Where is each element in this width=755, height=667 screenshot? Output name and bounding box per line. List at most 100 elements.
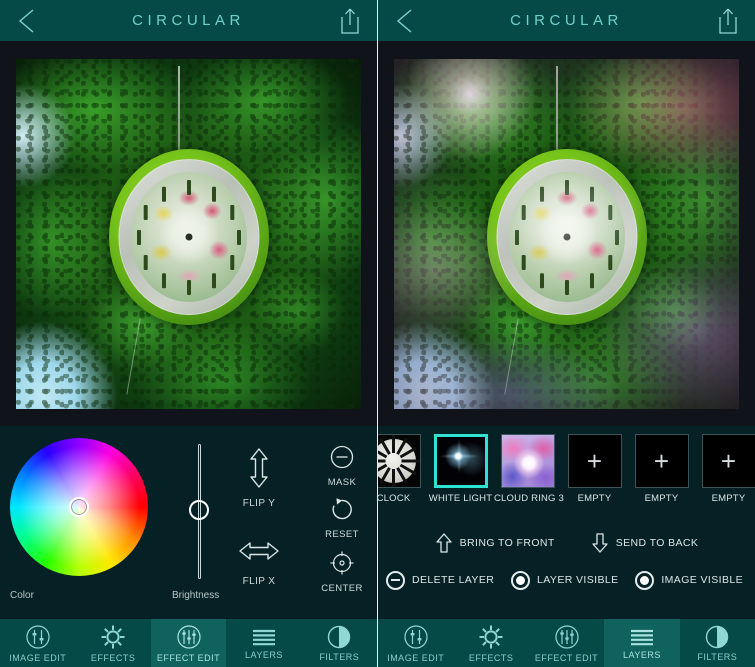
layer-item-empty-3[interactable]: + EMPTY: [695, 434, 755, 504]
color-wheel[interactable]: [10, 438, 148, 576]
arrow-left-right-icon: [239, 542, 279, 560]
cloud-ring-thumb-art: [501, 435, 554, 487]
tiny-planet-photo-effects[interactable]: [394, 58, 739, 409]
layer-thumbnail: [433, 434, 488, 488]
tab-image-edit[interactable]: IMAGE EDIT: [0, 619, 75, 667]
tab-layers[interactable]: LAYERS: [604, 619, 680, 667]
vignette-overlay: [394, 58, 739, 409]
back-chevron-icon[interactable]: [14, 7, 40, 35]
layer-label: EMPTY: [711, 493, 746, 504]
sliders-circle-icon: [26, 624, 50, 649]
layer-visibility-row: DELETE LAYER LAYER VISIBLE IMAGE VISIBLE: [378, 566, 755, 594]
tab-image-edit[interactable]: IMAGE EDIT: [378, 619, 453, 667]
app-screenshot: CIRCULAR Color Brightness FLIP Y FLIP X …: [0, 0, 755, 667]
center-button[interactable]: CENTER: [314, 550, 370, 594]
sun-icon: [479, 625, 503, 648]
tab-label: EFFECT EDIT: [156, 652, 221, 663]
clock-hub: [185, 233, 192, 241]
photo-pole: [178, 65, 180, 150]
flip-y-button[interactable]: FLIP Y: [228, 446, 290, 509]
image-visible-toggle[interactable]: IMAGE VISIBLE: [635, 570, 743, 590]
tab-label: IMAGE EDIT: [9, 652, 67, 663]
tab-effects[interactable]: EFFECTS: [453, 619, 528, 667]
delete-layer-label: DELETE LAYER: [412, 574, 495, 586]
brightness-label: Brightness: [172, 590, 220, 601]
tab-layers[interactable]: LAYERS: [226, 619, 301, 667]
share-upload-icon[interactable]: [715, 6, 741, 36]
layer-item-clock[interactable]: CLOCK: [378, 434, 427, 504]
send-to-back-button[interactable]: SEND TO BACK: [591, 532, 699, 554]
plus-icon: +: [720, 446, 737, 476]
flip-x-label: FLIP X: [242, 576, 276, 587]
layer-visible-toggle[interactable]: LAYER VISIBLE: [511, 570, 619, 590]
layer-order-row: BRING TO FRONT SEND TO BACK: [378, 530, 755, 556]
back-chevron-icon[interactable]: [392, 7, 418, 35]
clock-thumb-art: [378, 435, 420, 487]
page-title: CIRCULAR: [132, 12, 245, 29]
center-label: CENTER: [321, 583, 363, 594]
white-light-thumb-art: [436, 437, 485, 485]
tab-filters[interactable]: FILTERS: [302, 619, 377, 667]
tab-label: IMAGE EDIT: [387, 652, 445, 663]
layer-thumbnail: +: [567, 434, 622, 488]
layer-strip: CLOCK WHITE LIGHT CLOUD RING 3 + EMPTY +…: [378, 434, 755, 516]
image-visible-label: IMAGE VISIBLE: [661, 574, 743, 586]
flip-x-button[interactable]: FLIP X: [228, 534, 290, 587]
effect-edit-controls: Color Brightness FLIP Y FLIP X MASK RESE…: [0, 426, 377, 619]
header-right: CIRCULAR: [378, 0, 755, 41]
send-to-back-label: SEND TO BACK: [615, 537, 699, 549]
brightness-slider[interactable]: [189, 444, 209, 579]
tabbar-left: IMAGE EDIT EFFECTS EFFECT EDIT LAYERS FI…: [0, 619, 377, 667]
bring-to-front-button[interactable]: BRING TO FRONT: [435, 532, 555, 554]
tiny-planet-photo[interactable]: [16, 58, 361, 409]
tab-effects[interactable]: EFFECTS: [75, 619, 150, 667]
layer-thumbnail: +: [701, 434, 755, 488]
minus-circle-icon: [330, 445, 354, 469]
delete-layer-button[interactable]: DELETE LAYER: [386, 570, 495, 590]
reset-button[interactable]: RESET: [314, 496, 370, 540]
layer-label: CLOCK: [378, 493, 411, 504]
layer-thumbnail: [378, 434, 421, 488]
minus-circle-icon: [386, 570, 405, 590]
flip-y-label: FLIP Y: [242, 498, 276, 509]
tab-effect-edit[interactable]: EFFECT EDIT: [529, 619, 604, 667]
plus-icon: +: [586, 446, 603, 476]
mask-button[interactable]: MASK: [314, 444, 370, 488]
tab-label: LAYERS: [622, 649, 661, 660]
radio-on-icon: [635, 570, 655, 590]
layer-label: EMPTY: [577, 493, 612, 504]
sliders-circle-icon: [404, 624, 428, 649]
tab-effect-edit[interactable]: EFFECT EDIT: [150, 619, 227, 667]
floral-clock: [108, 149, 269, 325]
layer-label: CLOUD RING 3: [494, 493, 564, 504]
plus-icon: +: [653, 446, 670, 476]
layers-controls: CLOCK WHITE LIGHT CLOUD RING 3 + EMPTY +…: [378, 426, 755, 619]
bring-to-front-label: BRING TO FRONT: [459, 537, 555, 549]
undo-arrow-icon: [332, 498, 352, 520]
arrow-up-down-icon: [250, 448, 268, 488]
tab-filters[interactable]: FILTERS: [680, 619, 755, 667]
color-wheel-knob[interactable]: [69, 497, 89, 517]
arrow-up-outline-icon: [436, 533, 452, 553]
mask-label: MASK: [327, 477, 357, 488]
right-screen: CIRCULAR CLOCK WHITE LIGHT CLOUD RING 3 …: [378, 0, 755, 667]
page-title: CIRCULAR: [510, 12, 623, 29]
layer-item-white-light[interactable]: WHITE LIGHT: [427, 434, 494, 504]
sun-icon: [101, 625, 125, 648]
layer-item-empty-1[interactable]: + EMPTY: [561, 434, 628, 504]
crosshair-icon: [330, 551, 354, 575]
tab-label: LAYERS: [244, 649, 283, 660]
share-upload-icon[interactable]: [337, 6, 363, 36]
reset-label: RESET: [325, 529, 359, 540]
layer-thumbnail: +: [634, 434, 689, 488]
layer-item-empty-2[interactable]: + EMPTY: [628, 434, 695, 504]
arrow-down-outline-icon: [592, 533, 608, 553]
brightness-knob[interactable]: [189, 500, 209, 520]
tab-label: EFFECTS: [468, 652, 514, 663]
photo-area-left: [0, 41, 377, 426]
layer-thumbnail: [500, 434, 555, 488]
layer-visible-label: LAYER VISIBLE: [537, 574, 619, 586]
stacked-lines-icon: [252, 629, 275, 645]
layer-label: EMPTY: [644, 493, 679, 504]
layer-item-cloud-ring-3[interactable]: CLOUD RING 3: [494, 434, 564, 504]
